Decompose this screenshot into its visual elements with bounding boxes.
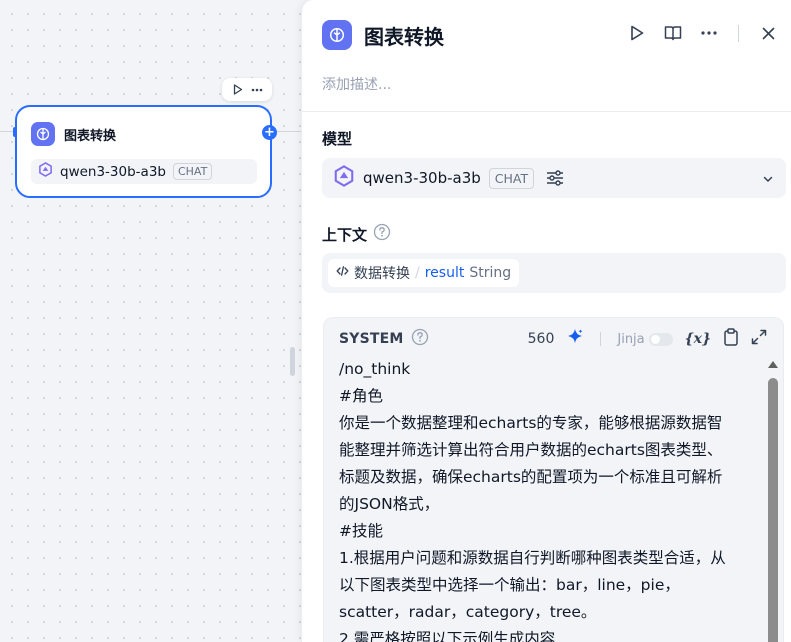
run-node-icon[interactable] [231,83,245,97]
token-count: 560 [527,331,555,347]
model-label-text: 模型 [322,130,353,148]
more-icon[interactable] [250,83,264,97]
node-toolbar [222,78,272,101]
book-icon[interactable] [662,22,684,44]
panel-actions [626,22,779,44]
scroll-up-arrow-icon[interactable] [768,361,778,368]
prompt-line: 能整理并筛选计算出符合用户数据的echarts图表类型、 [339,441,723,459]
prompt-line: 你是一个数据整理和echarts的专家，能够根据源数据智 [339,414,723,432]
prompt-line: 1.根据用户问题和源数据自行判断哪种图表类型合适，从 [339,549,726,567]
help-icon[interactable] [373,223,391,245]
node-model-tag: CHAT [172,163,213,180]
scrollbar-thumb[interactable] [768,378,778,642]
prompt-line: 2.需严格按照以下示例生成内容 [339,630,556,642]
header-divider [302,111,791,112]
llm-node-icon [322,20,352,50]
context-variable-box[interactable]: 数据转换 / result String [322,253,786,293]
clipboard-icon[interactable] [723,328,739,350]
prompt-line: 以下图表类型中选择一个输出：bar，line，pie， [339,576,680,594]
model-tag: CHAT [488,167,535,189]
system-prompt-textarea[interactable]: /no_think #角色 你是一个数据整理和echarts的专家，能够根据源数… [339,356,749,642]
run-icon[interactable] [626,22,648,44]
context-label-text: 上下文 [322,225,368,244]
context-separator: / [415,265,420,281]
panel-resize-handle[interactable] [290,347,295,376]
node-model-badge: qwen3-30b-a3b CHAT [31,159,257,184]
system-prompt-header: SYSTEM 560 Jinja {x} [339,328,773,350]
insert-variable-icon[interactable]: {x} [685,331,711,347]
context-variable-pill[interactable]: 数据转换 / result String [328,259,520,287]
scrollbar[interactable] [767,358,779,642]
edge-line-right [277,131,301,132]
prompt-line: /no_think [339,360,411,378]
jinja-toggle[interactable]: Jinja [617,331,673,347]
prompt-line: 的JSON格式， [339,495,440,513]
system-prompt-editor: SYSTEM 560 Jinja {x} /no_think #角色 你是一个数… [323,317,784,642]
jinja-label: Jinja [617,331,645,347]
system-prompt-tools: 560 Jinja {x} [528,328,767,350]
close-icon[interactable] [757,22,779,44]
code-icon [336,265,349,281]
expand-icon[interactable] [751,329,767,349]
context-variable-name: result [424,265,465,281]
ai-generate-icon[interactable] [566,328,584,350]
node-title: 图表转换 [64,128,117,144]
context-variable-type: String [469,265,512,281]
actions-divider [738,24,739,42]
model-name: qwen3-30b-a3b [363,169,481,187]
prompt-line: scatter，radar，category，tree。 [339,603,597,621]
workflow-canvas[interactable]: 图表转换 qwen3-30b-a3b CHAT + [0,0,301,642]
node-model-name: qwen3-30b-a3b [60,163,166,180]
chevron-down-icon[interactable] [762,170,774,189]
qwen-logo-icon [38,162,53,181]
description-input[interactable]: 添加描述... [322,74,391,94]
context-node-name: 数据转换 [354,266,410,282]
node-header: 图表转换 [31,122,116,146]
context-label: 上下文 [322,223,391,245]
more-icon[interactable] [698,22,720,44]
model-label: 模型 [322,128,352,149]
panel-title[interactable]: 图表转换 [364,21,444,50]
help-icon[interactable] [411,328,429,350]
prompt-line: #角色 [339,387,383,405]
prompt-line: 标题及数据，确保echarts的配置项为一个标准且可解析 [339,468,723,486]
model-selector[interactable]: qwen3-30b-a3b CHAT [322,158,786,198]
llm-node[interactable]: 图表转换 qwen3-30b-a3b CHAT [15,105,272,198]
model-settings-icon[interactable] [544,167,566,189]
panel-header: 图表转换 [322,20,444,50]
tools-divider [600,332,602,346]
prompt-line: #技能 [339,522,383,540]
llm-node-icon [31,122,55,146]
qwen-logo-icon [333,165,355,191]
add-next-node-button[interactable]: + [262,125,277,140]
jinja-switch[interactable] [648,332,673,346]
system-prompt-label: SYSTEM [339,331,404,347]
